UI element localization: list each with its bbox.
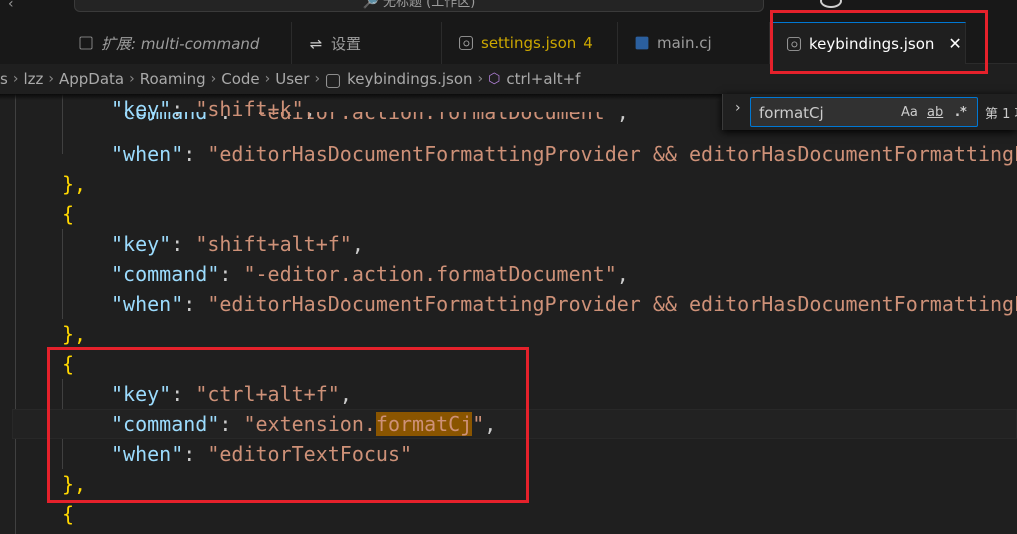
symbol-object-icon: ⬡ (488, 71, 501, 87)
code-line: }, (62, 322, 87, 346)
chevron-right-icon: › (477, 71, 484, 87)
code-line: "command": "-editor.action.formatDocumen… (111, 112, 629, 124)
annotation-box (770, 10, 988, 74)
chevron-right-icon: › (129, 71, 135, 87)
extensions-icon (79, 36, 93, 50)
breadcrumb-item[interactable]: keybindings.json (347, 70, 472, 88)
tab-main-cj[interactable]: main.cj (618, 22, 770, 64)
chevron-right-icon: › (314, 71, 321, 87)
chevron-right-icon: › (48, 71, 54, 87)
breadcrumb-item[interactable]: User (275, 70, 309, 88)
code-line: { (62, 502, 75, 526)
find-input[interactable]: formatCj Aa ab .* (750, 97, 978, 127)
toggle-replace-icon[interactable]: › (735, 100, 741, 116)
find-input-value: formatCj (759, 104, 824, 122)
back-arrow-icon[interactable]: ‹ (8, 0, 14, 11)
breadcrumb-item[interactable]: Roaming (140, 70, 206, 88)
find-widget: › formatCj Aa ab .* 第 1 项 (722, 94, 1017, 130)
tab-label: 扩展: multi-command (101, 34, 260, 53)
match-case-icon[interactable]: Aa (901, 105, 918, 120)
breadcrumb-item[interactable]: Code (221, 70, 259, 88)
code-line: "key": "shift+alt+f", (111, 232, 364, 256)
code-line: }, (62, 172, 87, 196)
code-line: "command": "-editor.action.formatDocumen… (111, 262, 629, 286)
chevron-right-icon: › (210, 71, 217, 87)
breadcrumb-item[interactable]: lzz (23, 70, 43, 88)
json-file-icon (459, 36, 473, 50)
cj-file-icon (635, 36, 649, 50)
tab-settings-json[interactable]: settings.json 4 (442, 22, 618, 64)
breadcrumb-item[interactable]: ctrl+alt+f (506, 70, 580, 88)
copilot-icon[interactable] (820, 0, 842, 8)
tab-settings[interactable]: ⇌ 设置 (292, 22, 442, 64)
indent-guide (15, 94, 16, 534)
command-center[interactable]: 🔎 无标题 (工作区) (74, 0, 764, 12)
annotation-box (47, 347, 529, 503)
tab-label: main.cj (657, 34, 712, 52)
code-line: "when": "editorHasDocumentFormattingProv… (111, 292, 1017, 316)
json-file-icon (326, 74, 340, 88)
tab-extension-multi-command[interactable]: 扩展: multi-command (0, 22, 292, 64)
problems-badge: 4 (583, 34, 593, 52)
settings-icon: ⇌ (309, 35, 323, 53)
chevron-right-icon: › (12, 71, 19, 87)
code-line: { (62, 202, 75, 226)
indent-guide (62, 94, 63, 154)
whole-word-icon[interactable]: ab (927, 105, 943, 120)
regex-icon[interactable]: .* (955, 105, 967, 120)
breadcrumb-item[interactable]: s (0, 70, 8, 88)
chevron-right-icon: › (264, 71, 271, 87)
tab-label: settings.json (481, 34, 577, 52)
match-count: 第 1 项 (985, 107, 1017, 122)
code-line: "when": "editorHasDocumentFormattingProv… (111, 142, 1017, 166)
breadcrumb-item[interactable]: AppData (59, 70, 124, 88)
tab-label: 设置 (331, 34, 362, 53)
indent-guide (62, 229, 63, 319)
